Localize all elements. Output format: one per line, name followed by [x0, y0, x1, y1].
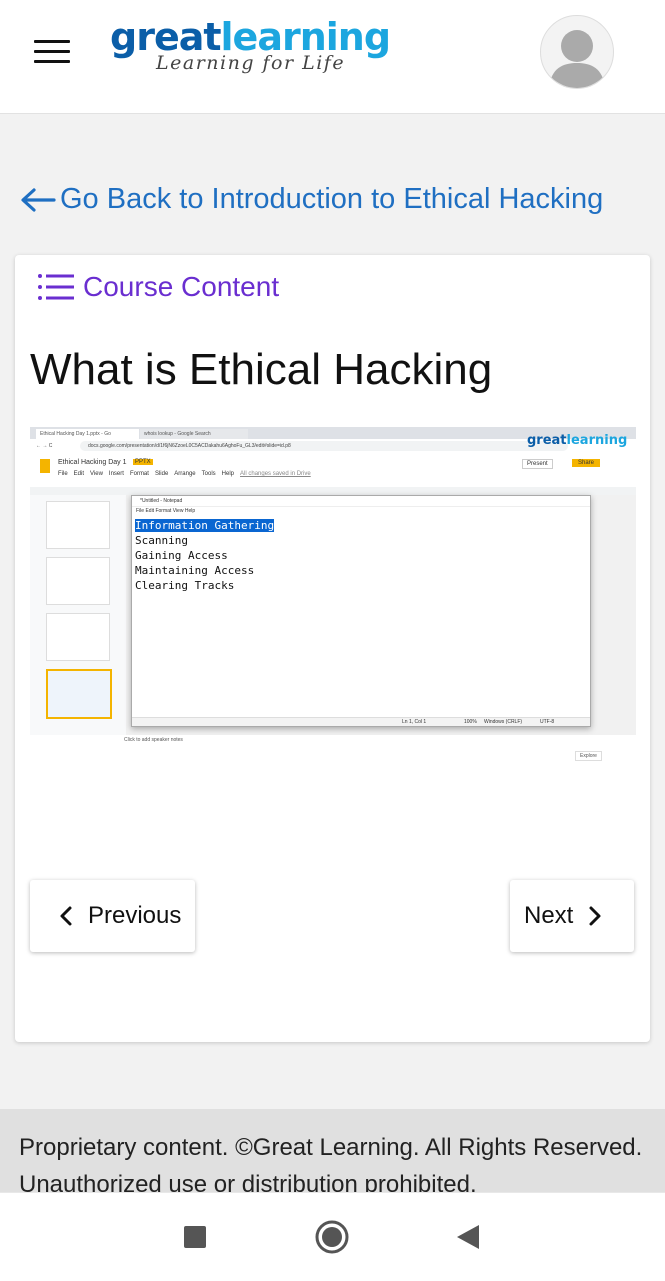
great-learning-logo[interactable]: greatlearning Learning for Life [110, 14, 410, 84]
list-icon [38, 274, 74, 300]
browser-tab: whois lookup - Google Search [140, 429, 248, 439]
doc-menu-item: Insert [108, 471, 124, 477]
doc-menu-item: View [90, 471, 103, 477]
slide-thumbnail [46, 501, 110, 549]
notepad-title: *Untitled - Notepad [132, 496, 590, 507]
doc-menu-item: Slide [154, 471, 169, 477]
slide-thumbnail-selected [46, 669, 112, 719]
doc-title: Ethical Hacking Day 1 [58, 459, 127, 466]
notepad-menu-item: View [172, 508, 184, 514]
browser-url: docs.google.com/presentation/d/1f6jN6Zzo… [80, 441, 568, 451]
back-link-label: Go Back to Introduction to Ethical Hacki… [60, 183, 604, 215]
doc-menu-item: Help [221, 471, 235, 477]
logo-tagline: Learning for Life [156, 52, 346, 74]
slide-thumbnail-panel [30, 495, 126, 735]
notepad-status-item: Windows (CRLF) [484, 719, 523, 725]
browser-nav-icons: ← → C [36, 443, 53, 449]
lesson-screenshot: Ethical Hacking Day 1.pptx - Go whois lo… [30, 427, 636, 767]
course-content-label: Course Content [83, 271, 280, 302]
back-to-course-link[interactable]: Go Back to Introduction to Ethical Hacki… [20, 183, 603, 216]
notepad-status-item: UTF-8 [540, 719, 555, 725]
watermark-learning: learning [566, 433, 628, 448]
slide-thumbnail [46, 557, 110, 605]
user-avatar-icon[interactable] [540, 15, 614, 89]
notepad-line: Gaining Access [135, 549, 228, 562]
chevron-right-icon [589, 906, 601, 926]
copyright-text: Proprietary content. ©Great Learning. Al… [19, 1134, 643, 1193]
doc-menu-item: Tools [201, 471, 216, 477]
hamburger-menu-icon[interactable] [34, 40, 70, 64]
notepad-line: Maintaining Access [135, 564, 255, 577]
notepad-line: Scanning [135, 534, 188, 547]
notepad-menu-item: Edit [145, 508, 155, 514]
chevron-left-icon [60, 906, 72, 926]
doc-menu-item: Format [129, 471, 149, 477]
footer: Proprietary content. ©Great Learning. Al… [0, 1109, 665, 1193]
share-button-mini: Share [572, 459, 601, 467]
android-nav-bar [0, 1192, 665, 1281]
avatar-silhouette-icon [549, 30, 605, 88]
previous-label: Previous [88, 902, 182, 929]
back-triangle-icon[interactable] [455, 1223, 481, 1251]
watermark-logo: greatlearning [527, 433, 627, 448]
speaker-notes-hint: Click to add speaker notes [124, 737, 183, 743]
watermark-great: great [527, 433, 567, 448]
lesson-card: Course Content What is Ethical Hacking E… [15, 255, 650, 1042]
app-header: greatlearning Learning for Life [0, 0, 665, 114]
lesson-title: What is Ethical Hacking [30, 345, 493, 394]
browser-tab: Ethical Hacking Day 1.pptx - Go [36, 429, 139, 439]
recents-square-icon[interactable] [183, 1225, 207, 1249]
doc-saved-status: All changes saved in Drive [240, 471, 311, 477]
notepad-menu: File Edit Format View Help [132, 507, 590, 515]
slide-thumbnail [46, 613, 110, 661]
notepad-menu-item: File [136, 508, 145, 514]
notepad-menu-item: Format [155, 508, 172, 514]
doc-menu-bar: File Edit View Insert Format Slide Arran… [58, 471, 311, 477]
notepad-line: Clearing Tracks [135, 579, 235, 592]
present-button-mini: Present [522, 459, 553, 469]
next-button[interactable]: Next [510, 880, 634, 952]
slides-doc-toolbar: Ethical Hacking Day 1 PPTX File Edit Vie… [30, 453, 636, 487]
home-circle-icon[interactable] [314, 1219, 350, 1255]
doc-menu-item: Arrange [174, 471, 196, 477]
notepad-status-item: 100% [464, 719, 477, 725]
arrow-left-icon [21, 187, 56, 212]
slides-file-icon [40, 459, 50, 473]
notepad-line-selected: Information Gathering [135, 519, 275, 532]
slides-bottom-bar: Click to add speaker notes Explore [30, 735, 636, 767]
doc-format-badge: PPTX [133, 459, 153, 465]
explore-button-mini: Explore [575, 751, 602, 761]
notepad-window: *Untitled - Notepad File Edit Format Vie… [131, 495, 591, 727]
next-label: Next [524, 902, 574, 929]
doc-menu-item: File [58, 471, 68, 477]
notepad-status-bar: Ln 1, Col 1 100% Windows (CRLF) UTF-8 [132, 717, 590, 726]
notepad-text: Information Gathering Scanning Gaining A… [135, 518, 275, 593]
course-content-button[interactable]: Course Content [37, 271, 279, 303]
previous-button[interactable]: Previous [30, 880, 195, 952]
doc-menu-item: Edit [73, 471, 85, 477]
notepad-status-item: Ln 1, Col 1 [402, 719, 427, 725]
notepad-menu-item: Help [184, 508, 196, 514]
